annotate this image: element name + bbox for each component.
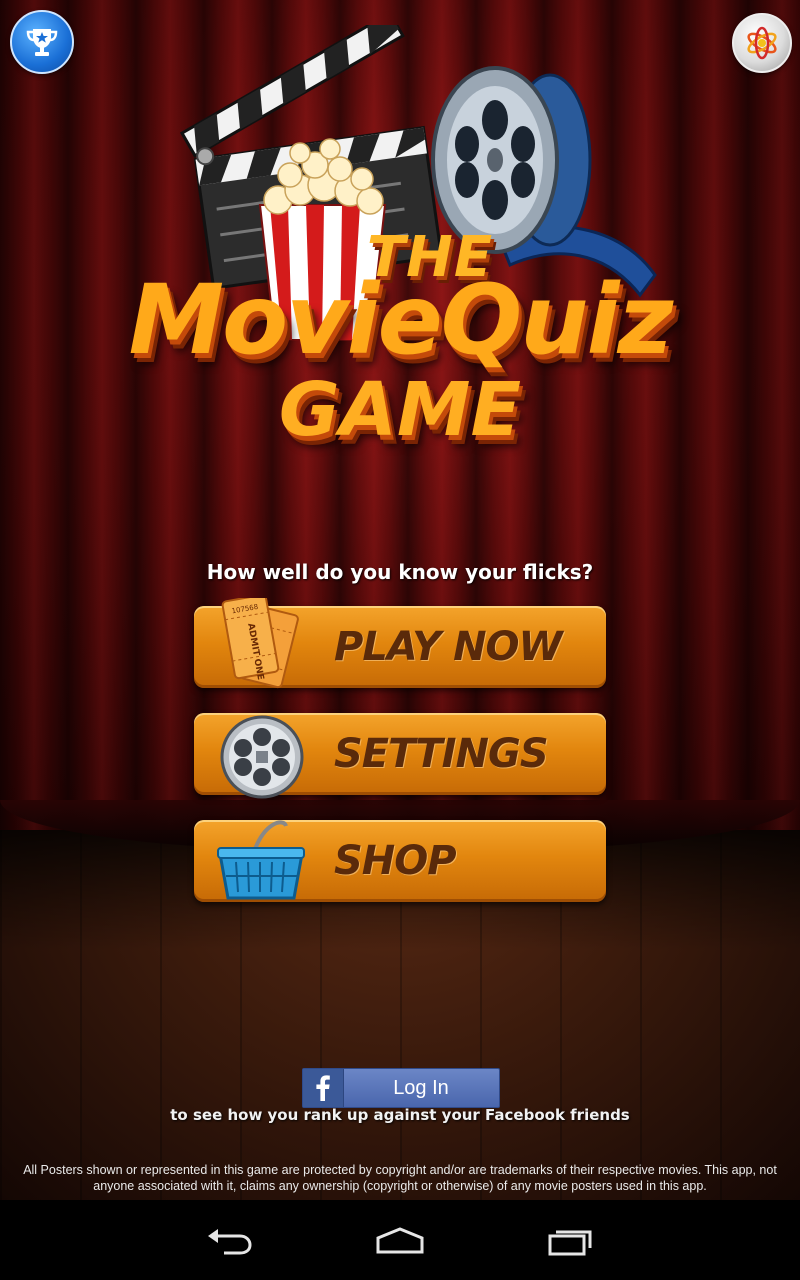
- more-apps-button[interactable]: [732, 13, 792, 73]
- home-button[interactable]: [360, 1216, 440, 1266]
- shopping-basket-icon: [214, 812, 314, 908]
- back-button[interactable]: [190, 1216, 270, 1266]
- logo-moviequiz-text: MovieQuiz: [128, 264, 674, 376]
- recents-button[interactable]: [530, 1216, 610, 1266]
- play-now-label: PLAY NOW: [334, 624, 563, 670]
- tagline: How well do you know your flicks?: [206, 560, 594, 584]
- game-logo: THE MovieQuiz GAME: [100, 11, 700, 455]
- settings-label: SETTINGS: [334, 731, 549, 777]
- game-background: THE MovieQuiz GAME How well do you know …: [0, 0, 800, 1200]
- logo-game-text: GAME: [278, 367, 522, 453]
- copyright-disclaimer: All Posters shown or represented in this…: [23, 1163, 777, 1193]
- facebook-icon: [303, 1069, 344, 1107]
- shop-button[interactable]: SHOP: [194, 820, 606, 902]
- film-reel-icon: [214, 705, 314, 801]
- ticket-icon: 107568 ADMIT ONE: [214, 593, 314, 694]
- achievements-button[interactable]: [10, 10, 74, 74]
- navigation-bar: [0, 1200, 800, 1280]
- atom-app-icon: [747, 26, 777, 60]
- facebook-login-label: Log In: [393, 1077, 449, 1099]
- recents-icon: [548, 1230, 592, 1256]
- facebook-caption: to see how you rank up against your Face…: [170, 1106, 630, 1124]
- settings-button[interactable]: SETTINGS: [194, 713, 606, 799]
- shop-label: SHOP: [334, 838, 457, 884]
- trophy-icon: [26, 29, 58, 56]
- play-now-button[interactable]: 107568 ADMIT ONE PLAY NOW: [194, 593, 606, 689]
- home-icon: [376, 1227, 424, 1254]
- facebook-login-button[interactable]: Log In: [302, 1068, 500, 1108]
- back-icon: [208, 1229, 252, 1255]
